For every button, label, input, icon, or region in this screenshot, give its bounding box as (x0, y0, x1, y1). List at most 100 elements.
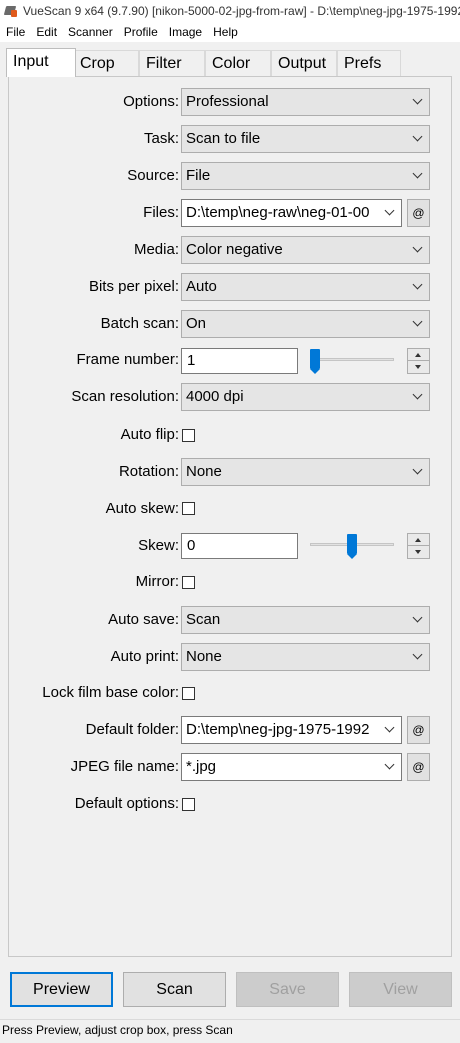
menu-bar: File Edit Scanner Profile Image Help (0, 22, 460, 42)
tab-prefs[interactable]: Prefs (337, 50, 401, 76)
options-value: Professional (186, 93, 269, 110)
chevron-down-icon (414, 654, 422, 662)
menu-edit[interactable]: Edit (30, 25, 62, 39)
lock-film-base-color-checkbox[interactable] (182, 687, 195, 700)
default-folder-browse-button[interactable]: @ (407, 716, 430, 744)
jpeg-file-name-browse-button[interactable]: @ (407, 753, 430, 781)
status-bar: Press Preview, adjust crop box, press Sc… (0, 1019, 460, 1043)
frame-number-spinner[interactable] (407, 348, 430, 374)
media-label: Media: (133, 241, 179, 258)
bits-per-pixel-value: Auto (186, 278, 217, 295)
auto-save-value: Scan (186, 611, 221, 628)
auto-skew-label: Auto skew: (105, 500, 179, 517)
task-select[interactable]: Scan to file (181, 125, 430, 153)
skew-input[interactable]: 0 (181, 533, 298, 559)
frame-number-input[interactable]: 1 (181, 348, 298, 374)
auto-save-label: Auto save: (108, 611, 179, 628)
title-bar: VueScan 9 x64 (9.7.90) [nikon-5000-02-jp… (0, 0, 460, 22)
chevron-down-icon (414, 284, 422, 292)
frame-number-label: Frame number: (76, 351, 179, 368)
chevron-down-icon (414, 321, 422, 329)
options-label: Options: (123, 93, 179, 110)
scan-resolution-label: Scan resolution: (71, 388, 179, 405)
mirror-checkbox[interactable] (182, 576, 195, 589)
menu-profile[interactable]: Profile (118, 25, 163, 39)
chevron-down-icon (414, 617, 422, 625)
default-folder-value: D:\temp\neg-jpg-1975-1992 (186, 721, 370, 738)
tab-strip: Input Crop Filter Color Output Prefs (0, 48, 460, 77)
scan-button[interactable]: Scan (123, 972, 226, 1007)
chevron-down-icon (414, 99, 422, 107)
spin-down-icon[interactable] (408, 361, 429, 373)
tab-output[interactable]: Output (271, 50, 337, 76)
chevron-down-icon (414, 469, 422, 477)
scan-resolution-value: 4000 dpi (186, 388, 244, 405)
auto-save-select[interactable]: Scan (181, 606, 430, 634)
vuescan-app-icon (3, 4, 18, 18)
source-value: File (186, 167, 211, 184)
chevron-down-icon (414, 136, 422, 144)
rotation-value: None (186, 463, 222, 480)
spin-down-icon[interactable] (408, 546, 429, 558)
skew-spinner[interactable] (407, 533, 430, 559)
preview-button[interactable]: Preview (10, 972, 113, 1007)
jpeg-file-name-value: *.jpg (186, 758, 217, 775)
default-folder-label: Default folder: (85, 721, 179, 738)
files-value: D:\temp\neg-raw\neg-01-00 (186, 204, 370, 221)
jpeg-file-name-combo[interactable]: *.jpg (181, 753, 402, 781)
files-browse-button[interactable]: @ (407, 199, 430, 227)
spin-up-icon[interactable] (408, 534, 429, 546)
source-label: Source: (127, 167, 179, 184)
media-select[interactable]: Color negative (181, 236, 430, 264)
auto-flip-checkbox[interactable] (182, 429, 195, 442)
chevron-down-icon (386, 210, 394, 218)
bits-per-pixel-select[interactable]: Auto (181, 273, 430, 301)
chevron-down-icon (414, 173, 422, 181)
tab-crop[interactable]: Crop (73, 50, 139, 76)
files-combo[interactable]: D:\temp\neg-raw\neg-01-00 (181, 199, 402, 227)
auto-print-select[interactable]: None (181, 643, 430, 671)
skew-label: Skew: (138, 537, 179, 554)
chevron-down-icon (414, 247, 422, 255)
tab-filter[interactable]: Filter (139, 50, 205, 76)
source-select[interactable]: File (181, 162, 430, 190)
menu-scanner[interactable]: Scanner (62, 25, 118, 39)
frame-number-slider-thumb[interactable] (310, 349, 320, 374)
default-options-checkbox[interactable] (182, 798, 195, 811)
mirror-label: Mirror: (135, 573, 179, 590)
auto-print-value: None (186, 648, 222, 665)
frame-number-slider[interactable] (310, 358, 394, 361)
chevron-down-icon (386, 764, 394, 772)
skew-slider-thumb[interactable] (347, 534, 357, 559)
chevron-down-icon (386, 727, 394, 735)
view-button[interactable]: View (349, 972, 452, 1007)
rotation-select[interactable]: None (181, 458, 430, 486)
task-label: Task: (143, 130, 179, 147)
rotation-label: Rotation: (118, 463, 179, 480)
menu-image[interactable]: Image (163, 25, 207, 39)
default-options-label: Default options: (74, 795, 179, 812)
menu-file[interactable]: File (0, 25, 30, 39)
scan-resolution-select[interactable]: 4000 dpi (181, 383, 430, 411)
spin-up-icon[interactable] (408, 349, 429, 361)
batch-scan-select[interactable]: On (181, 310, 430, 338)
menu-help[interactable]: Help (207, 25, 243, 39)
tab-color[interactable]: Color (205, 50, 271, 76)
default-folder-combo[interactable]: D:\temp\neg-jpg-1975-1992 (181, 716, 402, 744)
auto-skew-checkbox[interactable] (182, 502, 195, 515)
auto-print-label: Auto print: (110, 648, 179, 665)
window-title: VueScan 9 x64 (9.7.90) [nikon-5000-02-jp… (23, 4, 460, 18)
chevron-down-icon (414, 394, 422, 402)
save-button[interactable]: Save (236, 972, 339, 1007)
options-select[interactable]: Professional (181, 88, 430, 116)
bits-per-pixel-label: Bits per pixel: (88, 278, 179, 295)
lock-film-base-color-label: Lock film base color: (42, 684, 179, 701)
auto-flip-label: Auto flip: (120, 426, 179, 443)
files-label: Files: (143, 204, 179, 221)
tab-input[interactable]: Input (6, 48, 76, 77)
task-value: Scan to file (186, 130, 261, 147)
jpeg-file-name-label: JPEG file name: (70, 758, 179, 775)
media-value: Color negative (186, 241, 283, 258)
batch-scan-value: On (186, 315, 207, 332)
batch-scan-label: Batch scan: (100, 315, 179, 332)
